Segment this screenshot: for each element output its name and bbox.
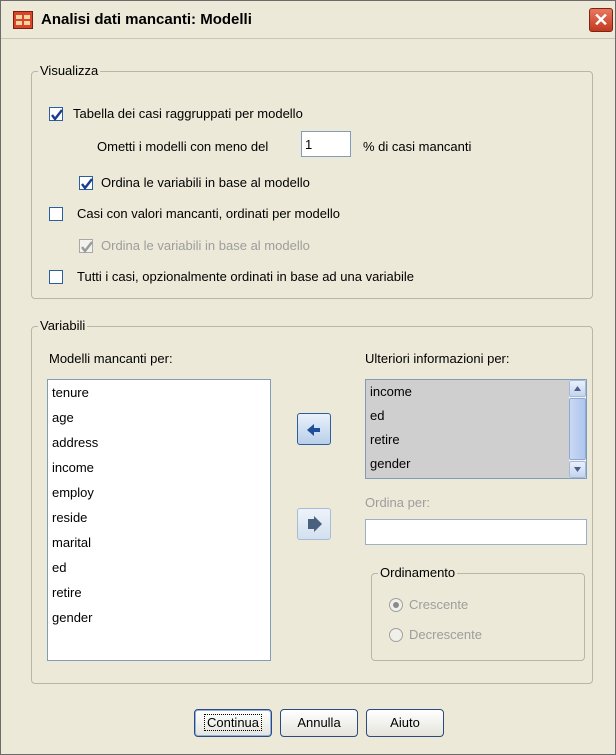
scroll-thumb[interactable] — [569, 398, 586, 460]
dialog-window: Analisi dati mancanti: Modelli ✕ Visuali… — [0, 0, 616, 755]
checkbox-grouped-cases[interactable] — [49, 107, 63, 121]
list-item[interactable]: address — [48, 430, 270, 455]
label-ascending: Crescente — [409, 597, 469, 612]
list-item[interactable]: income — [366, 380, 586, 404]
label-sort-variables: Ordina le variabili in base al modello — [101, 175, 310, 190]
title-bar[interactable]: Analisi dati mancanti: Modelli ✕ — [1, 1, 615, 39]
group-ordinamento: Ordinamento — [371, 565, 585, 661]
check-icon — [81, 178, 93, 190]
checkbox-all-cases[interactable] — [49, 270, 63, 284]
continue-button[interactable]: Continua — [194, 709, 272, 737]
close-icon: ✕ — [593, 10, 609, 30]
label-omit-prefix: Ometti i modelli con meno del — [97, 139, 269, 154]
check-icon — [81, 241, 93, 253]
move-right-button[interactable] — [297, 508, 331, 540]
list-item[interactable]: tenure — [48, 380, 270, 405]
group-ordinamento-legend: Ordinamento — [378, 565, 458, 580]
continue-label: Continua — [203, 714, 263, 731]
label-missing-cases: Casi con valori mancanti, ordinati per m… — [77, 206, 341, 221]
additional-info-listbox[interactable]: income ed retire gender — [365, 379, 587, 479]
move-left-button[interactable] — [297, 413, 331, 445]
label-sort-by: Ordina per: — [365, 495, 431, 510]
cancel-button[interactable]: Annulla — [280, 709, 358, 737]
window-title: Analisi dati mancanti: Modelli — [41, 11, 252, 28]
missing-patterns-listbox[interactable]: tenure age address income employ reside … — [47, 379, 271, 661]
radio-ascending[interactable] — [389, 598, 403, 612]
list-item[interactable]: ed — [48, 555, 270, 580]
list-item[interactable]: employ — [48, 480, 270, 505]
list-item[interactable]: marital — [48, 530, 270, 555]
list-item[interactable]: gender — [48, 605, 270, 630]
help-button[interactable]: Aiuto — [366, 709, 444, 737]
omit-percent-value: 1 — [305, 137, 313, 152]
arrow-left-icon — [307, 423, 320, 437]
sort-by-field[interactable] — [365, 519, 587, 545]
group-variabili-legend: Variabili — [38, 318, 88, 333]
scroll-down-button[interactable] — [569, 461, 586, 478]
label-grouped-cases: Tabella dei casi raggruppati per modello — [73, 106, 303, 121]
label-omit-suffix: % di casi mancanti — [363, 139, 472, 154]
cancel-label: Annulla — [297, 715, 341, 730]
list-item[interactable]: retire — [48, 580, 270, 605]
list-item[interactable]: reside — [48, 505, 270, 530]
label-all-cases: Tutti i casi, opzionalmente ordinati in … — [77, 269, 414, 284]
help-label: Aiuto — [390, 715, 420, 730]
chevron-up-icon — [574, 386, 581, 391]
list-item[interactable]: gender — [366, 452, 586, 476]
spss-app-icon — [13, 11, 33, 29]
label-missing-patterns-for: Modelli mancanti per: — [49, 351, 173, 366]
arrow-right-icon — [308, 516, 322, 532]
list-item[interactable]: income — [48, 455, 270, 480]
additional-info-scrollbar[interactable] — [569, 380, 586, 478]
omit-percent-input[interactable]: 1 — [301, 131, 351, 157]
radio-descending[interactable] — [389, 628, 403, 642]
label-descending: Decrescente — [409, 627, 482, 642]
checkbox-sort-variables[interactable] — [79, 176, 93, 190]
checkbox-missing-cases[interactable] — [49, 207, 63, 221]
label-sort-variables-disabled: Ordina le variabili in base al modello — [101, 238, 310, 253]
label-additional-info-for: Ulteriori informazioni per: — [365, 351, 510, 366]
check-icon — [51, 109, 63, 121]
scroll-up-button[interactable] — [569, 380, 586, 397]
chevron-down-icon — [574, 467, 581, 472]
list-item[interactable]: age — [48, 405, 270, 430]
list-item[interactable]: ed — [366, 404, 586, 428]
checkbox-sort-variables-disabled[interactable] — [79, 239, 93, 253]
list-item[interactable]: retire — [366, 428, 586, 452]
radio-selected-dot — [393, 602, 399, 608]
group-visualizza-legend: Visualizza — [38, 63, 101, 78]
close-button[interactable]: ✕ — [589, 8, 613, 32]
